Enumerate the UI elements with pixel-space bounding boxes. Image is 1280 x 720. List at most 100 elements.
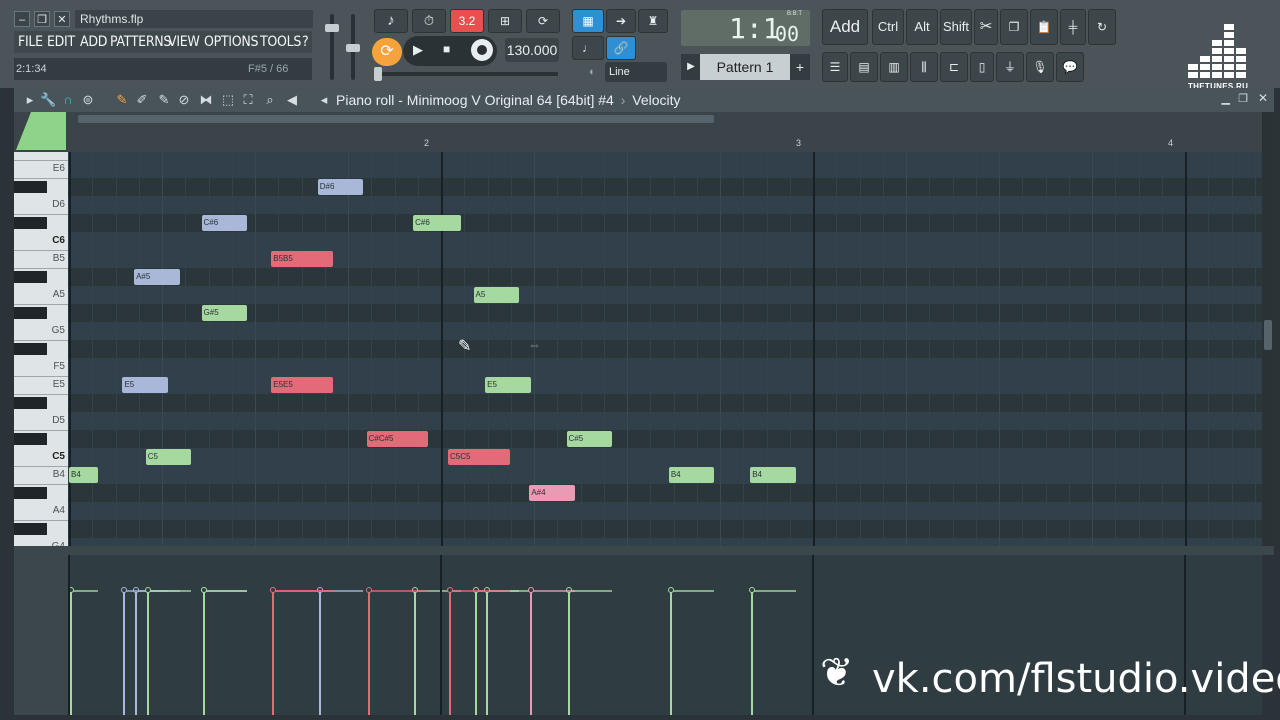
velocity-stem[interactable]: [70, 591, 72, 715]
minimize-button[interactable]: –: [14, 11, 30, 27]
black-key[interactable]: [14, 217, 47, 229]
delete-icon[interactable]: ✎: [156, 92, 172, 108]
velocity-stem[interactable]: [272, 591, 275, 715]
link-icon[interactable]: 🔗: [606, 36, 636, 60]
black-key[interactable]: [14, 181, 47, 193]
tempo-tap-icon[interactable]: ♪: [374, 9, 408, 33]
snap-badge[interactable]: 3.2: [450, 9, 484, 33]
headphones-icon[interactable]: ◐: [589, 66, 603, 80]
select-icon[interactable]: ⬚: [220, 92, 236, 108]
menu-tools[interactable]: TOOLS: [260, 31, 301, 53]
velocity-handle[interactable]: [144, 587, 151, 593]
alt-button[interactable]: Alt: [906, 9, 938, 45]
note[interactable]: C5C5: [447, 449, 510, 465]
velocity-stem[interactable]: [123, 591, 126, 715]
menu-file[interactable]: FILE: [18, 31, 43, 53]
speaker-icon[interactable]: ◀: [284, 92, 300, 108]
black-key[interactable]: [14, 433, 47, 445]
song-position-slider[interactable]: [378, 72, 558, 76]
pattern-song-toggle[interactable]: ⟳: [372, 38, 402, 66]
menu-arrow-icon[interactable]: ▸: [22, 92, 38, 108]
note[interactable]: B5B5: [271, 251, 334, 267]
vertical-scrollbar[interactable]: [1262, 112, 1274, 546]
note[interactable]: A5: [473, 287, 520, 303]
velocity-stem[interactable]: [751, 591, 754, 715]
velocity-stem[interactable]: [474, 591, 477, 715]
mixer-icon[interactable]: ⫼: [910, 52, 938, 82]
velocity-handle[interactable]: [365, 587, 372, 593]
cut-icon[interactable]: ✂: [974, 9, 998, 45]
note[interactable]: B4: [750, 467, 796, 483]
velocity-stem[interactable]: [202, 591, 205, 715]
channel-rack-icon[interactable]: ▥: [880, 52, 908, 82]
note[interactable]: C#5: [566, 431, 613, 447]
playback-icon[interactable]: ⊜: [80, 92, 96, 108]
velocity-handle[interactable]: [528, 587, 535, 593]
note[interactable]: B4: [69, 467, 99, 483]
black-key[interactable]: [14, 523, 47, 535]
vertical-scroll-thumb[interactable]: [1264, 320, 1272, 350]
song-position-handle[interactable]: [374, 67, 382, 81]
brush-icon[interactable]: ✐: [134, 92, 150, 108]
velocity-handle[interactable]: [121, 587, 128, 593]
header-close-button[interactable]: ✕: [1258, 91, 1268, 105]
black-key[interactable]: [14, 343, 47, 355]
shift-button[interactable]: Shift: [940, 9, 972, 45]
velocity-stem[interactable]: [669, 591, 672, 715]
copy-icon[interactable]: ❐: [1000, 9, 1028, 45]
black-key[interactable]: [14, 397, 47, 409]
velocity-stem[interactable]: [146, 591, 149, 715]
note[interactable]: E5E5: [271, 377, 334, 393]
note[interactable]: D#6: [317, 179, 364, 195]
ctrl-button[interactable]: Ctrl: [872, 9, 904, 45]
pencil-icon[interactable]: ✎: [114, 92, 130, 108]
header-minimize-button[interactable]: ▁: [1222, 92, 1230, 105]
browser-icon[interactable]: ⊏: [940, 52, 968, 82]
wrench-icon[interactable]: 🔧: [40, 92, 56, 108]
velocity-stem[interactable]: [448, 591, 451, 715]
note[interactable]: C#C#5: [366, 431, 429, 447]
velocity-stem[interactable]: [567, 591, 570, 715]
note[interactable]: A#5: [134, 269, 180, 285]
black-key[interactable]: [14, 271, 47, 283]
velocity-stem[interactable]: [530, 591, 533, 715]
note[interactable]: B4: [668, 467, 715, 483]
velocity-stem[interactable]: [414, 591, 417, 715]
velocity-handle[interactable]: [270, 587, 277, 593]
blend-notes-icon[interactable]: ♜: [638, 9, 668, 33]
note[interactable]: C#6: [413, 215, 461, 231]
menu-options[interactable]: OPTIONS: [204, 31, 258, 53]
slice-icon[interactable]: ⧓: [198, 92, 214, 108]
velocity-stem[interactable]: [367, 591, 370, 715]
play-icon[interactable]: ▶: [413, 42, 423, 58]
menu-help[interactable]: ?: [302, 31, 309, 53]
pattern-selector[interactable]: Pattern 1: [700, 54, 790, 80]
close-button[interactable]: ✕: [54, 11, 70, 27]
note[interactable]: A#4: [529, 485, 575, 501]
microphone-icon[interactable]: 🎙: [1026, 52, 1054, 82]
master-pitch-knob[interactable]: [346, 44, 360, 52]
step-edit-icon[interactable]: ⊞: [488, 9, 522, 33]
velocity-stem[interactable]: [486, 591, 489, 715]
stop-icon[interactable]: ■: [443, 42, 450, 56]
velocity-handle[interactable]: [446, 587, 453, 593]
piano-keyboard[interactable]: E6D6C6B5A5G5F5E5D5C5B4A4G4: [14, 152, 68, 546]
master-volume-knob[interactable]: [325, 24, 339, 32]
metronome-icon[interactable]: ⏱: [412, 9, 446, 33]
zoom-icon[interactable]: ⌕: [262, 92, 278, 108]
loop-record-icon[interactable]: ⟳: [526, 9, 560, 33]
restore-button[interactable]: ❐: [34, 11, 50, 27]
pattern-prev-icon[interactable]: ▶: [681, 54, 701, 80]
menu-edit[interactable]: EDIT: [47, 31, 75, 53]
note[interactable]: G#5: [201, 305, 248, 321]
song-time-display[interactable]: 1:1 00 B:B:T: [681, 10, 810, 46]
menu-add[interactable]: ADD: [80, 31, 107, 53]
velocity-handle[interactable]: [667, 587, 674, 593]
add-button[interactable]: Add: [822, 9, 868, 45]
undo-icon[interactable]: ↻: [1088, 9, 1116, 45]
event-target-label[interactable]: Velocity: [632, 92, 680, 108]
magnet-icon[interactable]: ∩: [60, 92, 76, 108]
piano-roll-icon[interactable]: ▤: [850, 52, 878, 82]
step-mode-icon[interactable]: ♩: [572, 36, 604, 60]
horizontal-scrollbar[interactable]: [78, 115, 714, 123]
